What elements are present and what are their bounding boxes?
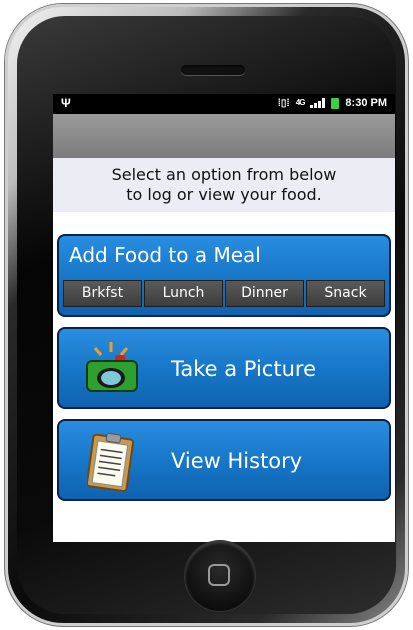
- take-picture-label: Take a Picture: [171, 357, 316, 381]
- camera-icon: [86, 342, 138, 392]
- breakfast-button[interactable]: Brkfst: [63, 280, 142, 307]
- instruction-line-2: to log or view your food.: [126, 185, 322, 204]
- instruction-text: Select an option from below to log or vi…: [53, 158, 395, 212]
- status-icons: ⁞▯⁞ 4G 8:30 PM: [278, 97, 387, 109]
- status-time: 8:30 PM: [345, 97, 387, 109]
- earpiece-speaker: [181, 65, 245, 75]
- app-title-bar: [53, 114, 395, 158]
- add-food-card: Add Food to a Meal Brkfst Lunch Dinner S…: [57, 234, 391, 317]
- home-square-icon: [208, 564, 230, 586]
- network-type-icon: 4G: [295, 98, 306, 107]
- take-picture-button[interactable]: Take a Picture: [57, 327, 391, 409]
- home-button[interactable]: [185, 541, 255, 611]
- battery-charging-icon: [331, 97, 340, 109]
- vibrate-icon: ⁞▯⁞: [277, 97, 290, 109]
- status-bar: Ψ ⁞▯⁞ 4G 8:30 PM: [53, 94, 395, 114]
- app-screen: Ψ ⁞▯⁞ 4G 8:30 PM Select an option from b…: [53, 94, 395, 542]
- phone-frame: Ψ ⁞▯⁞ 4G 8:30 PM Select an option from b…: [5, 4, 408, 626]
- clipboard-icon: [87, 432, 135, 493]
- view-history-label: View History: [171, 449, 303, 473]
- instruction-line-1: Select an option from below: [111, 165, 337, 184]
- signal-icon: [310, 98, 326, 108]
- dinner-button[interactable]: Dinner: [225, 280, 304, 307]
- snack-button[interactable]: Snack: [306, 280, 385, 307]
- usb-icon: Ψ: [61, 96, 71, 110]
- lunch-button[interactable]: Lunch: [144, 280, 223, 307]
- add-food-title: Add Food to a Meal: [69, 243, 261, 267]
- meal-button-row: Brkfst Lunch Dinner Snack: [63, 280, 385, 307]
- view-history-button[interactable]: View History: [57, 419, 391, 501]
